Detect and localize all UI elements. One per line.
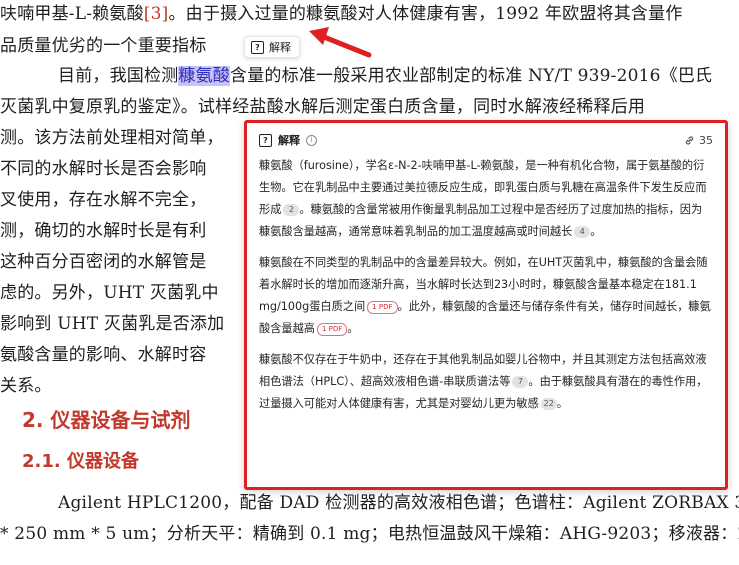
pdf-citation-badge[interactable]: 1 PDF (316, 322, 348, 336)
panel-title: 解释 (278, 134, 300, 147)
sources-count: 35 (699, 133, 713, 147)
citation-badge[interactable]: 22 (540, 398, 557, 410)
panel-body: 糠氨酸（furosine），学名ε-N-2-呋喃甲基-L-赖氨酸，是一种有机化合… (259, 155, 713, 424)
doc-line: 这种百分百密闭的水解管是 (0, 252, 207, 272)
arrow-annotation (309, 27, 372, 58)
section-heading: 2. 仪器设备与试剂 (22, 408, 191, 432)
explain-button[interactable]: ? 解释 (244, 36, 300, 58)
question-box-icon: ? (259, 133, 272, 147)
citation-badge[interactable]: 2 (283, 204, 300, 216)
explanation-paragraph: 糠氨酸在不同类型的乳制品中的含量差异较大。例如，在UHT灭菌乳中，糠氨酸的含量会… (259, 256, 711, 336)
panel-header: ? 解释 i 35 (259, 131, 713, 149)
doc-line: 氨酸含量的影响、水解时容 (0, 345, 207, 365)
doc-line: 关系。 (0, 376, 52, 396)
explanation-paragraph: 糠氨酸不仅存在于牛奶中，还存在于其他乳制品如婴儿谷物中，并且其测定方法包括高效液… (259, 353, 708, 410)
question-box-icon: ? (251, 40, 264, 54)
pdf-citation-badge[interactable]: 1 PDF (367, 300, 398, 314)
subsection-heading: 2.1. 仪器设备 (22, 451, 139, 472)
info-icon[interactable]: i (306, 134, 317, 146)
link-icon (685, 135, 694, 145)
doc-line: 测，确切的水解时长是有利 (0, 221, 207, 241)
doc-line: 测。该方法前处理相对简单， (0, 128, 224, 148)
doc-line: * 250 mm * 5 um；分析天平：精确到 0.1 mg；电热恒温鼓风干燥… (0, 524, 739, 544)
citation-badge[interactable]: 4 (574, 226, 591, 238)
doc-line: Agilent HPLC1200，配备 DAD 检测器的高效液相色谱；色谱柱：A… (58, 493, 739, 513)
doc-line: 呋喃甲基-L-赖氨酸[3]。由于摄入过量的糠氨酸对人体健康有害，1992 年欧盟… (0, 4, 683, 24)
citation-link[interactable]: [3] (144, 4, 169, 24)
doc-line: 不同的水解时长是否会影响 (0, 159, 207, 179)
sources-link[interactable]: 35 (684, 134, 713, 147)
doc-line: 影响到 UHT 灭菌乳是否添加 (0, 314, 225, 334)
citation-badge[interactable]: 7 (512, 376, 529, 388)
doc-line: 虑的。另外，UHT 灭菌乳中 (0, 283, 219, 303)
doc-line: 灭菌乳中复原乳的鉴定》。试样经盐酸水解后测定蛋白质含量，同时水解液经稀释后用 (0, 97, 646, 117)
doc-line: 叉使用，存在水解不完全， (0, 190, 207, 210)
explanation-paragraph: 糠氨酸（furosine），学名ε-N-2-呋喃甲基-L-赖氨酸，是一种有机化合… (259, 159, 707, 238)
doc-line: 品质量优劣的一个重要指标 (0, 36, 207, 56)
selected-text[interactable]: 糠氨酸 (178, 66, 231, 86)
explanation-panel: ? 解释 i 35 糠氨酸（furosine），学名ε-N-2-呋喃甲基-L-赖… (244, 120, 728, 490)
explain-button-label: 解释 (269, 41, 291, 54)
doc-line: 目前，我国检测糠氨酸含量的标准一般采用农业部制定的标准 NY/T 939-201… (58, 66, 713, 86)
